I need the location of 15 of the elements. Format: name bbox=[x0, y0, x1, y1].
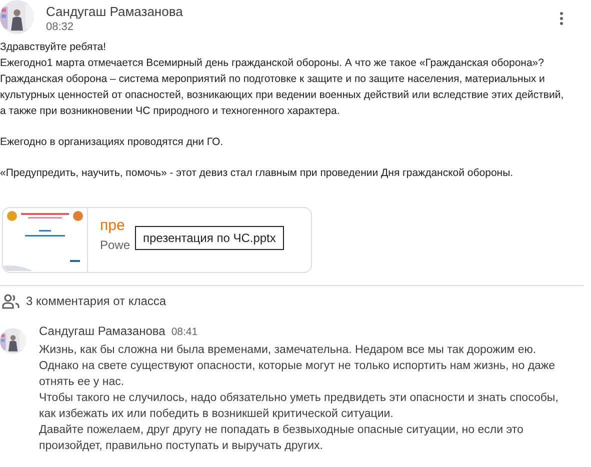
post-time: 08:32 bbox=[46, 20, 75, 34]
post-paragraph: Ежегодно в организациях проводятся дни ГО. bbox=[0, 135, 224, 150]
comment-author: Сандугаш Рамазанова bbox=[39, 323, 166, 339]
attachment-type: Powe bbox=[100, 237, 130, 253]
more-options-icon[interactable] bbox=[558, 10, 565, 27]
author-name: Сандугаш Рамазанова bbox=[46, 4, 183, 20]
tooltip: презентация по ЧС.pptx bbox=[135, 226, 284, 250]
comments-count: 3 комментария от класса bbox=[26, 293, 166, 309]
comment-text: Жизнь, как бы сложна ни была временами, замечательна. Недаром все мы так дорожим ею. Однако на свете существуют опасности, которые могут не только испортить нам жизнь, но даже отнять ее у нас. Чтобы такого не случилось, надо обязательно уметь предвидеть эти опасности и знать способы, как избежать их или победить в возникшей критической ситуации. Давайте пожелаем, друг другу не попадать в безвыходные опасные ситуации, но если это произойдет, правильно поступать и выручать других. bbox=[39, 343, 558, 454]
post-paragraph: «Предупредить, научить, помочь» - этот девиз стал главным при проведении Дня гражданской обороны. bbox=[0, 166, 514, 181]
people-icon bbox=[2, 294, 20, 308]
comment-time: 08:41 bbox=[171, 325, 198, 339]
post-paragraph: Здравствуйте ребята! Ежегодно1 марта отмечается Всемирный день гражданской обороны. А что же такое «Гражданская оборона»? Гражданская оборона – система мероприятий по подготовке к защите и по защите населения, материальных и культурных ценностей от опасностей, возникающих при ведении военных действий или вследствие этих действий, а также при возникновении ЧС природного и техногенного характера. bbox=[0, 40, 565, 119]
attachment-card[interactable]: пре Powe презентация по ЧС.pptx bbox=[2, 207, 312, 273]
attachment-title: пре bbox=[100, 217, 126, 235]
